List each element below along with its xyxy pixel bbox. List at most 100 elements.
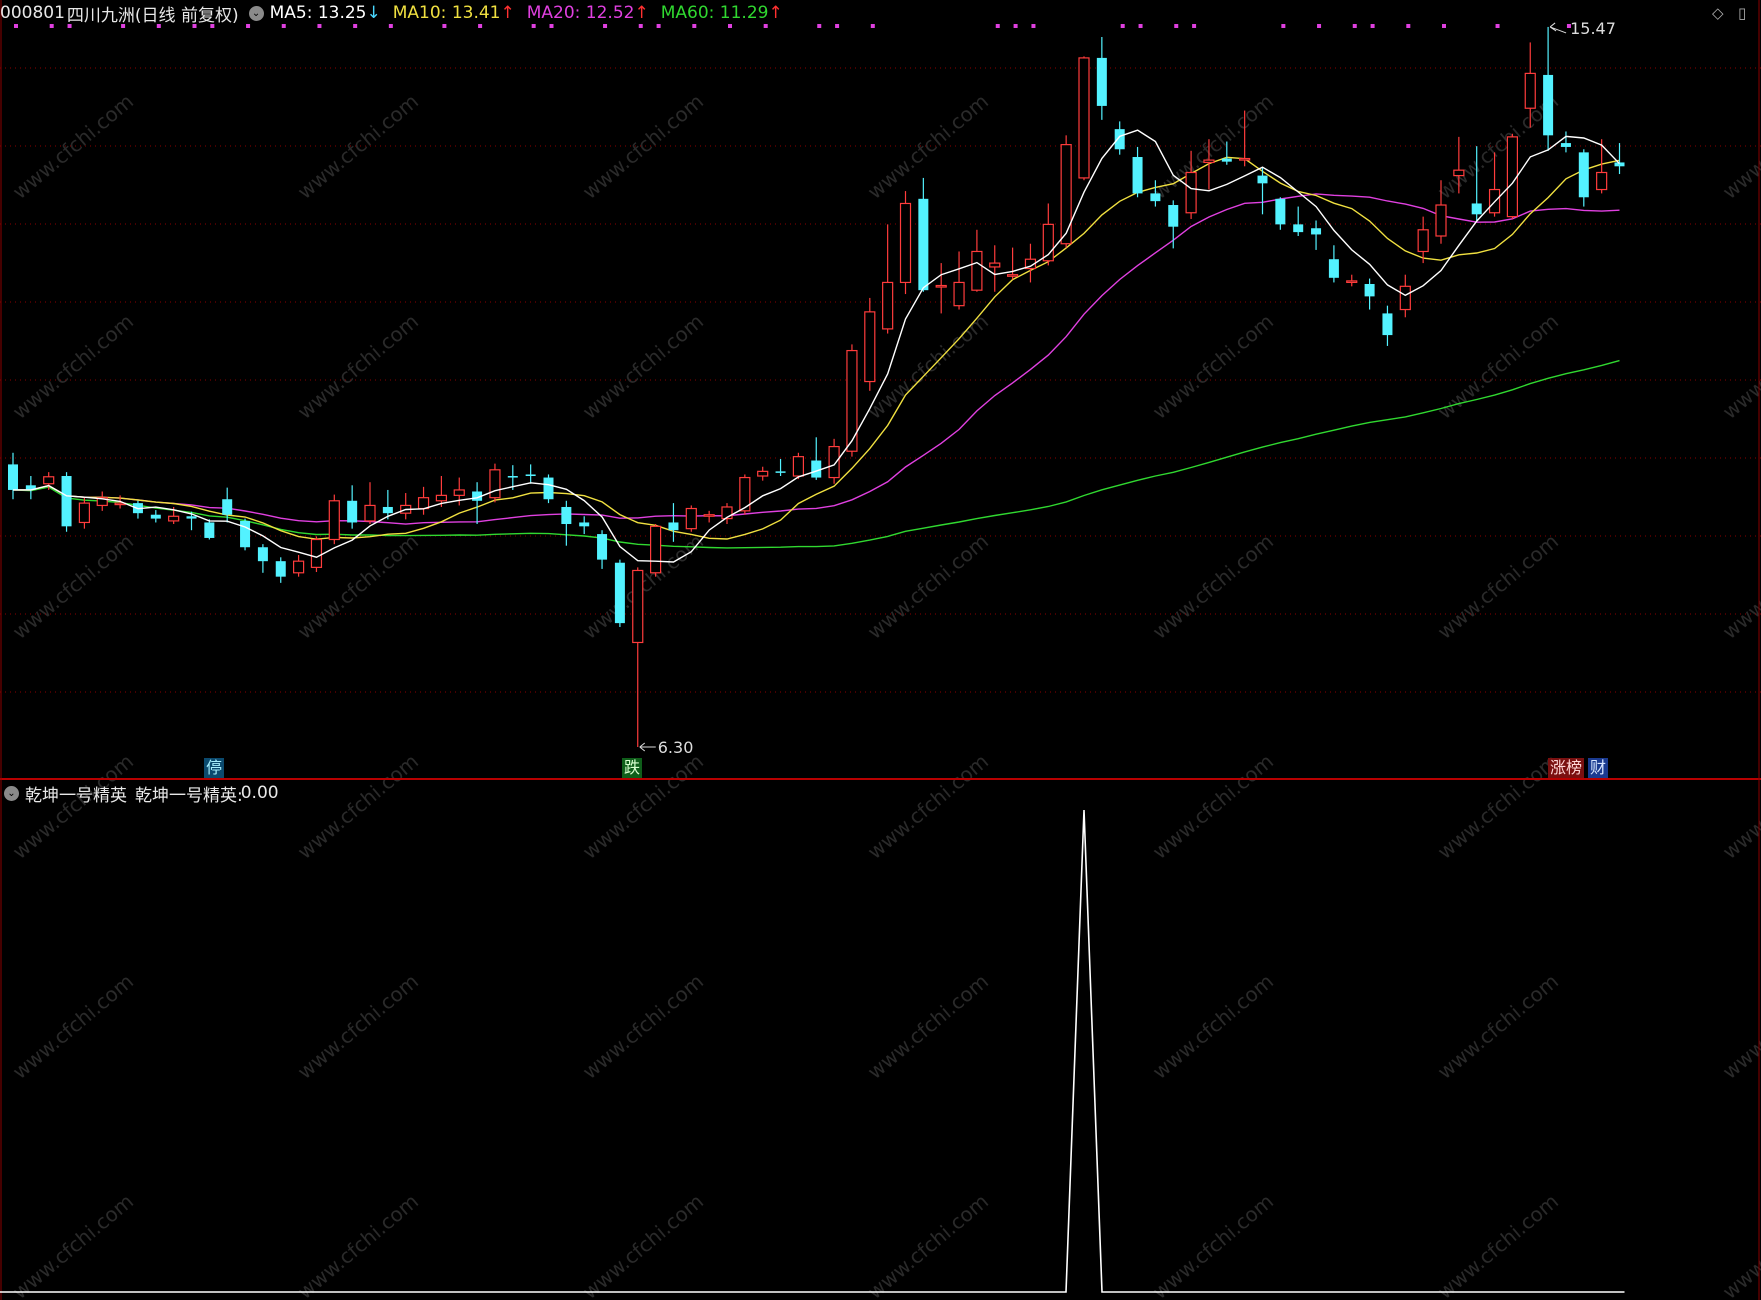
candle[interactable] bbox=[685, 505, 697, 532]
watermark-text: www.cfchi.com bbox=[8, 529, 138, 644]
candle[interactable] bbox=[347, 485, 358, 529]
candle-body bbox=[614, 562, 625, 624]
indicator-signal-line bbox=[0, 809, 1625, 1293]
candle[interactable] bbox=[1346, 274, 1358, 287]
stock-code[interactable]: 000801 bbox=[0, 3, 65, 23]
candle[interactable] bbox=[1596, 139, 1608, 194]
candle[interactable] bbox=[1275, 197, 1286, 230]
stock-chart-window[interactable]: www.cfchi.com www.cfchi.com www.cfchi.com w… bbox=[0, 0, 1761, 1300]
candle-body bbox=[1257, 175, 1268, 184]
candle[interactable] bbox=[1132, 146, 1143, 198]
candle[interactable] bbox=[918, 177, 929, 292]
candle-body bbox=[364, 504, 376, 522]
badge-drop[interactable]: 跌 bbox=[622, 758, 643, 778]
candle[interactable] bbox=[8, 452, 18, 500]
candle-body bbox=[1114, 129, 1125, 150]
candle[interactable] bbox=[989, 245, 1001, 292]
candlestick-series[interactable] bbox=[8, 26, 1625, 747]
candle[interactable] bbox=[1543, 26, 1554, 151]
candle[interactable] bbox=[811, 437, 822, 480]
candle[interactable] bbox=[561, 500, 572, 546]
candle[interactable] bbox=[1114, 121, 1125, 155]
candle-body bbox=[1399, 285, 1411, 311]
candle[interactable] bbox=[775, 458, 786, 477]
candle[interactable] bbox=[1614, 143, 1625, 175]
candle[interactable] bbox=[882, 224, 894, 334]
candle-body bbox=[310, 538, 323, 568]
candle[interactable] bbox=[525, 464, 536, 484]
ma10-label: MA10: bbox=[392, 3, 452, 23]
candle[interactable] bbox=[757, 466, 769, 481]
candle-body bbox=[150, 514, 161, 519]
candle[interactable] bbox=[257, 544, 268, 573]
candle[interactable] bbox=[1168, 200, 1179, 249]
candle[interactable] bbox=[971, 229, 983, 292]
candle[interactable] bbox=[739, 474, 751, 515]
candle[interactable] bbox=[1578, 149, 1589, 207]
candle[interactable] bbox=[150, 510, 161, 523]
candle[interactable] bbox=[703, 510, 715, 523]
candle[interactable] bbox=[649, 524, 662, 577]
badge-rank[interactable]: 涨榜 bbox=[1548, 758, 1585, 778]
ma60-value: 11.29 bbox=[719, 3, 769, 23]
candle[interactable] bbox=[1560, 131, 1571, 153]
candle[interactable] bbox=[1078, 56, 1090, 181]
candle[interactable] bbox=[953, 251, 965, 310]
candle[interactable] bbox=[204, 519, 215, 540]
candle[interactable] bbox=[78, 497, 91, 529]
arrow-up-icon: ↑ bbox=[768, 3, 783, 23]
candle[interactable] bbox=[1328, 245, 1339, 283]
candle[interactable] bbox=[1006, 247, 1019, 280]
candle[interactable] bbox=[1364, 278, 1375, 310]
candle[interactable] bbox=[61, 472, 72, 532]
candle[interactable] bbox=[132, 500, 143, 519]
candle[interactable] bbox=[96, 491, 108, 511]
candle[interactable] bbox=[668, 503, 679, 542]
candle-body bbox=[1560, 143, 1571, 147]
candle[interactable] bbox=[275, 557, 286, 583]
chevron-down-icon[interactable]: ⌄ bbox=[248, 5, 264, 21]
candle[interactable] bbox=[310, 536, 323, 573]
candle[interactable] bbox=[240, 518, 251, 551]
candle-body bbox=[899, 202, 912, 284]
candle[interactable] bbox=[328, 494, 340, 545]
candle[interactable] bbox=[597, 530, 608, 569]
candle[interactable] bbox=[1506, 133, 1519, 219]
watermark-text: www.cfchi.com bbox=[863, 1189, 993, 1300]
ma5-legend: MA5: 13.25↓ bbox=[270, 3, 381, 23]
candle[interactable] bbox=[1024, 243, 1037, 283]
candle[interactable] bbox=[472, 482, 483, 525]
candle[interactable] bbox=[25, 476, 36, 500]
candle[interactable] bbox=[579, 516, 590, 535]
arrow-up-icon: ↑ bbox=[634, 3, 649, 23]
candle[interactable] bbox=[293, 554, 305, 577]
candle[interactable] bbox=[935, 263, 947, 314]
candle[interactable] bbox=[364, 482, 376, 525]
candle[interactable] bbox=[899, 191, 912, 295]
candle[interactable] bbox=[1311, 220, 1322, 250]
candle[interactable] bbox=[864, 297, 876, 391]
badge-finance[interactable]: 财 bbox=[1588, 758, 1609, 778]
chart-canvas[interactable]: www.cfchi.com www.cfchi.com www.cfchi.com w… bbox=[0, 0, 1761, 1300]
diamond-icon[interactable]: ◇ bbox=[1712, 4, 1724, 22]
chevron-down-icon[interactable]: ⌄ bbox=[4, 785, 19, 801]
candle[interactable] bbox=[489, 463, 501, 503]
period-label[interactable]: (日线 前复权) bbox=[135, 1, 239, 26]
candle[interactable] bbox=[543, 474, 554, 504]
indicator-name[interactable]: 乾坤一号精英 bbox=[25, 781, 127, 806]
window-restore-icon[interactable]: ▯ bbox=[1738, 4, 1746, 22]
badge-stop[interactable]: 停 bbox=[204, 758, 225, 778]
watermark-text: www.cfchi.com bbox=[1718, 89, 1761, 204]
candle[interactable] bbox=[1060, 135, 1072, 248]
candle[interactable] bbox=[614, 559, 625, 627]
candle-body bbox=[1578, 152, 1589, 198]
candle[interactable] bbox=[417, 486, 430, 515]
ma20-label: MA20: bbox=[526, 3, 586, 23]
candle[interactable] bbox=[1096, 37, 1107, 120]
candle[interactable] bbox=[400, 493, 412, 520]
candle[interactable] bbox=[1257, 167, 1268, 215]
candle[interactable] bbox=[632, 567, 644, 747]
candle[interactable] bbox=[721, 503, 733, 525]
candle[interactable] bbox=[1293, 206, 1304, 236]
candle[interactable] bbox=[1382, 305, 1393, 346]
